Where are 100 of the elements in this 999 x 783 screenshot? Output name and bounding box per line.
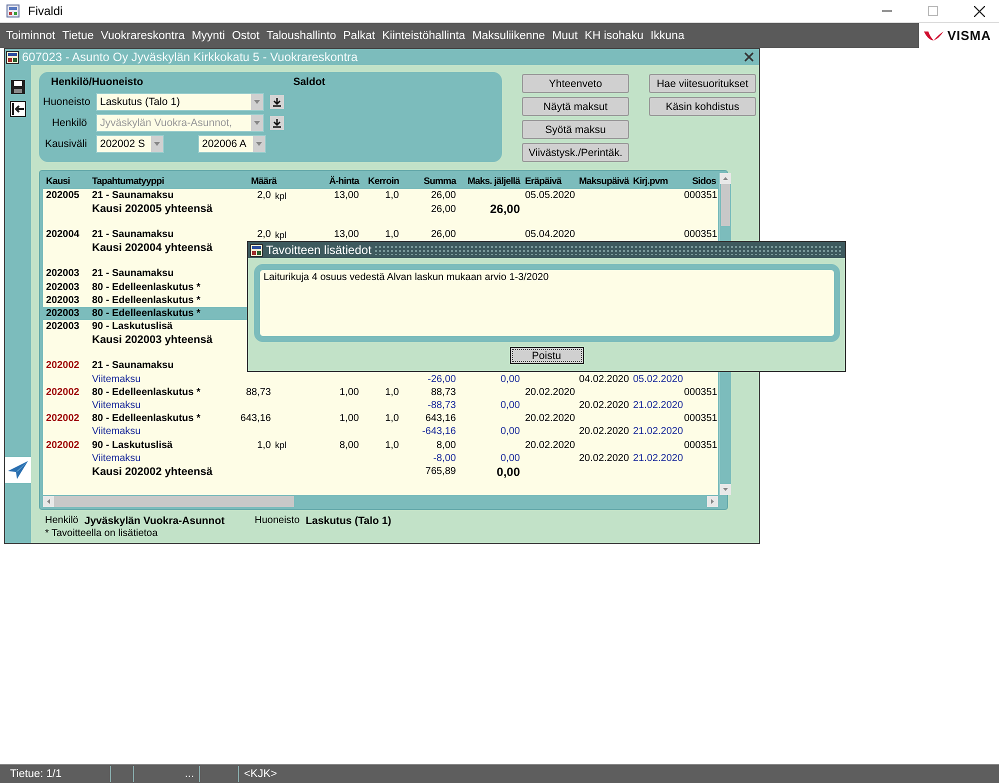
close-icon[interactable]: [744, 52, 754, 62]
save-icon[interactable]: [10, 79, 26, 95]
table-cell-text: 202002: [45, 440, 80, 451]
table-cell-text: 20.02.2020: [524, 440, 576, 451]
table-cell-text: 643,16: [239, 413, 272, 424]
table-cell-text: 80 - Edelleenlaskutus *: [91, 282, 202, 293]
scroll-left-icon[interactable]: [43, 496, 54, 507]
combo-field[interactable]: 202006 A: [198, 135, 266, 153]
table-cell-text: 0,00: [500, 400, 521, 411]
column-header: Ä-hinta: [328, 176, 360, 186]
menu-item[interactable]: Taloushallinto: [266, 30, 336, 42]
table-cell-text: 26,00: [488, 202, 521, 216]
scroll-thumb[interactable]: [721, 184, 730, 226]
column-header: Summa: [422, 176, 458, 186]
table-cell: Kausi 202003 yhteensä: [92, 334, 212, 346]
menu-item[interactable]: Maksuliikenne: [472, 30, 546, 42]
app-title: Fivaldi: [28, 4, 63, 18]
table-cell-text: 21 - Saunamaksu: [91, 360, 175, 372]
bird-logo-icon: [5, 457, 31, 483]
table-cell-text: 04.02.2020: [578, 374, 630, 385]
table-cell-text: 643,16: [424, 413, 457, 424]
menu-item[interactable]: Palkat: [343, 30, 376, 42]
menu-item[interactable]: Kiinteistöhallinta: [382, 30, 466, 42]
scroll-up-icon[interactable]: [720, 173, 731, 184]
table-cell-text: 20.02.2020: [524, 413, 576, 424]
table-cell-text: 202003: [45, 321, 80, 332]
logo: VISMA: [919, 23, 999, 48]
horizontal-scrollbar[interactable]: [43, 496, 718, 507]
download-icon[interactable]: [270, 116, 284, 130]
action-button[interactable]: Näytä maksut: [522, 97, 629, 116]
scroll-thumb[interactable]: [54, 496, 294, 507]
table-cell-text: 13,00: [332, 190, 360, 202]
action-button[interactable]: Hae viitesuoritukset: [649, 74, 756, 93]
close-icon[interactable]: [974, 6, 985, 16]
menu-item[interactable]: Muut: [552, 30, 578, 42]
menu-item[interactable]: Vuokrareskontra: [100, 30, 185, 42]
table-cell-text: 0,00: [500, 374, 521, 385]
field-label: Kausiväli: [44, 138, 87, 150]
column-header: Kerroin: [367, 176, 400, 186]
table-cell-text: -8,00: [432, 452, 457, 464]
table-cell-text: 2,0: [256, 190, 272, 202]
table-cell-text: 0,00: [500, 426, 521, 438]
status-text: <KJK>: [243, 768, 278, 780]
table-cell-text: 21 - Saunamaksu: [91, 190, 175, 202]
table-cell-text: 1,0: [384, 229, 400, 240]
scroll-right-icon[interactable]: [707, 496, 718, 507]
footer-value: Jyväskylän Vuokra-Asunnot: [84, 515, 225, 527]
scroll-down-icon[interactable]: [720, 484, 731, 495]
table-cell-text: 80 - Edelleenlaskutus *: [91, 386, 202, 398]
table-cell-text: 21 - Saunamaksu: [91, 268, 175, 280]
combo-field[interactable]: 202002 S: [96, 135, 164, 153]
dialog-title: Tavoitteen lisätiedot: [266, 243, 372, 257]
table-cell-text: 20.02.2020: [578, 452, 630, 464]
action-button[interactable]: Käsin kohdistus: [649, 97, 756, 116]
menu-item[interactable]: Myynti: [192, 30, 225, 42]
section-heading: Saldot: [293, 76, 326, 90]
action-button[interactable]: Viivästysk./Perintäk.: [522, 143, 629, 162]
table-cell-text: 21.02.2020: [632, 452, 684, 464]
table-cell: 000351: [684, 440, 718, 451]
table-cell-text: -26,00: [426, 374, 457, 385]
table-cell-text: kpl: [274, 440, 288, 450]
menu-item[interactable]: Ostot: [232, 30, 260, 42]
table-cell-text: 8,00: [338, 440, 360, 451]
table-cell-text: 20.02.2020: [524, 386, 576, 398]
table-cell-text: 13,00: [332, 229, 360, 240]
combo-field[interactable]: Laskutus (Talo 1): [96, 93, 264, 111]
table-cell-text: 20.02.2020: [578, 426, 630, 438]
maximize-icon[interactable]: [928, 6, 938, 16]
table-cell: 000351: [684, 190, 718, 202]
menu-item[interactable]: KH isohaku: [584, 30, 644, 42]
table-cell-text: 202004: [45, 229, 80, 240]
action-button[interactable]: Yhteenveto: [522, 74, 629, 93]
table-cell-text: 1,0: [384, 413, 400, 424]
table-cell-text: 05.04.2020: [524, 229, 576, 240]
table-cell-text: 05.02.2020: [632, 374, 684, 385]
footer-label: Huoneisto: [254, 515, 300, 527]
column-header: Maks. jäljellä: [466, 176, 522, 186]
table-cell-text: 88,73: [244, 386, 272, 398]
table-cell-text: 26,00: [430, 204, 457, 215]
footer-label: Henkilö: [45, 515, 78, 527]
action-button[interactable]: Syötä maksu: [522, 120, 629, 139]
footnote: * Tavoitteella on lisätietoa: [45, 528, 159, 539]
status-text: Tietue: 1/1: [9, 768, 63, 780]
table-cell-text: 202002: [45, 386, 80, 398]
table-cell-text: 1,0: [256, 440, 272, 451]
menu-item[interactable]: Tietue: [62, 30, 94, 42]
table-cell-text: 1,0: [384, 440, 400, 451]
status-text: ...: [184, 768, 195, 780]
table-cell-text: -88,73: [426, 400, 457, 411]
table-cell-text: 21.02.2020: [632, 426, 684, 438]
table-cell-text: 20.02.2020: [578, 400, 630, 411]
download-icon[interactable]: [270, 95, 284, 109]
menu-item[interactable]: Toiminnot: [6, 30, 56, 42]
window-icon: [250, 244, 263, 256]
close-button[interactable]: Poistu: [510, 347, 584, 364]
text-area[interactable]: Laiturikuja 4 osuus vedestä Alvan laskun mukaan arvio 1-3/2020: [254, 264, 840, 342]
table-cell-text: 202003: [45, 282, 80, 293]
exit-icon[interactable]: [10, 101, 26, 117]
menu-item[interactable]: Ikkuna: [650, 30, 684, 42]
table-cell-text: 202002: [45, 413, 80, 424]
